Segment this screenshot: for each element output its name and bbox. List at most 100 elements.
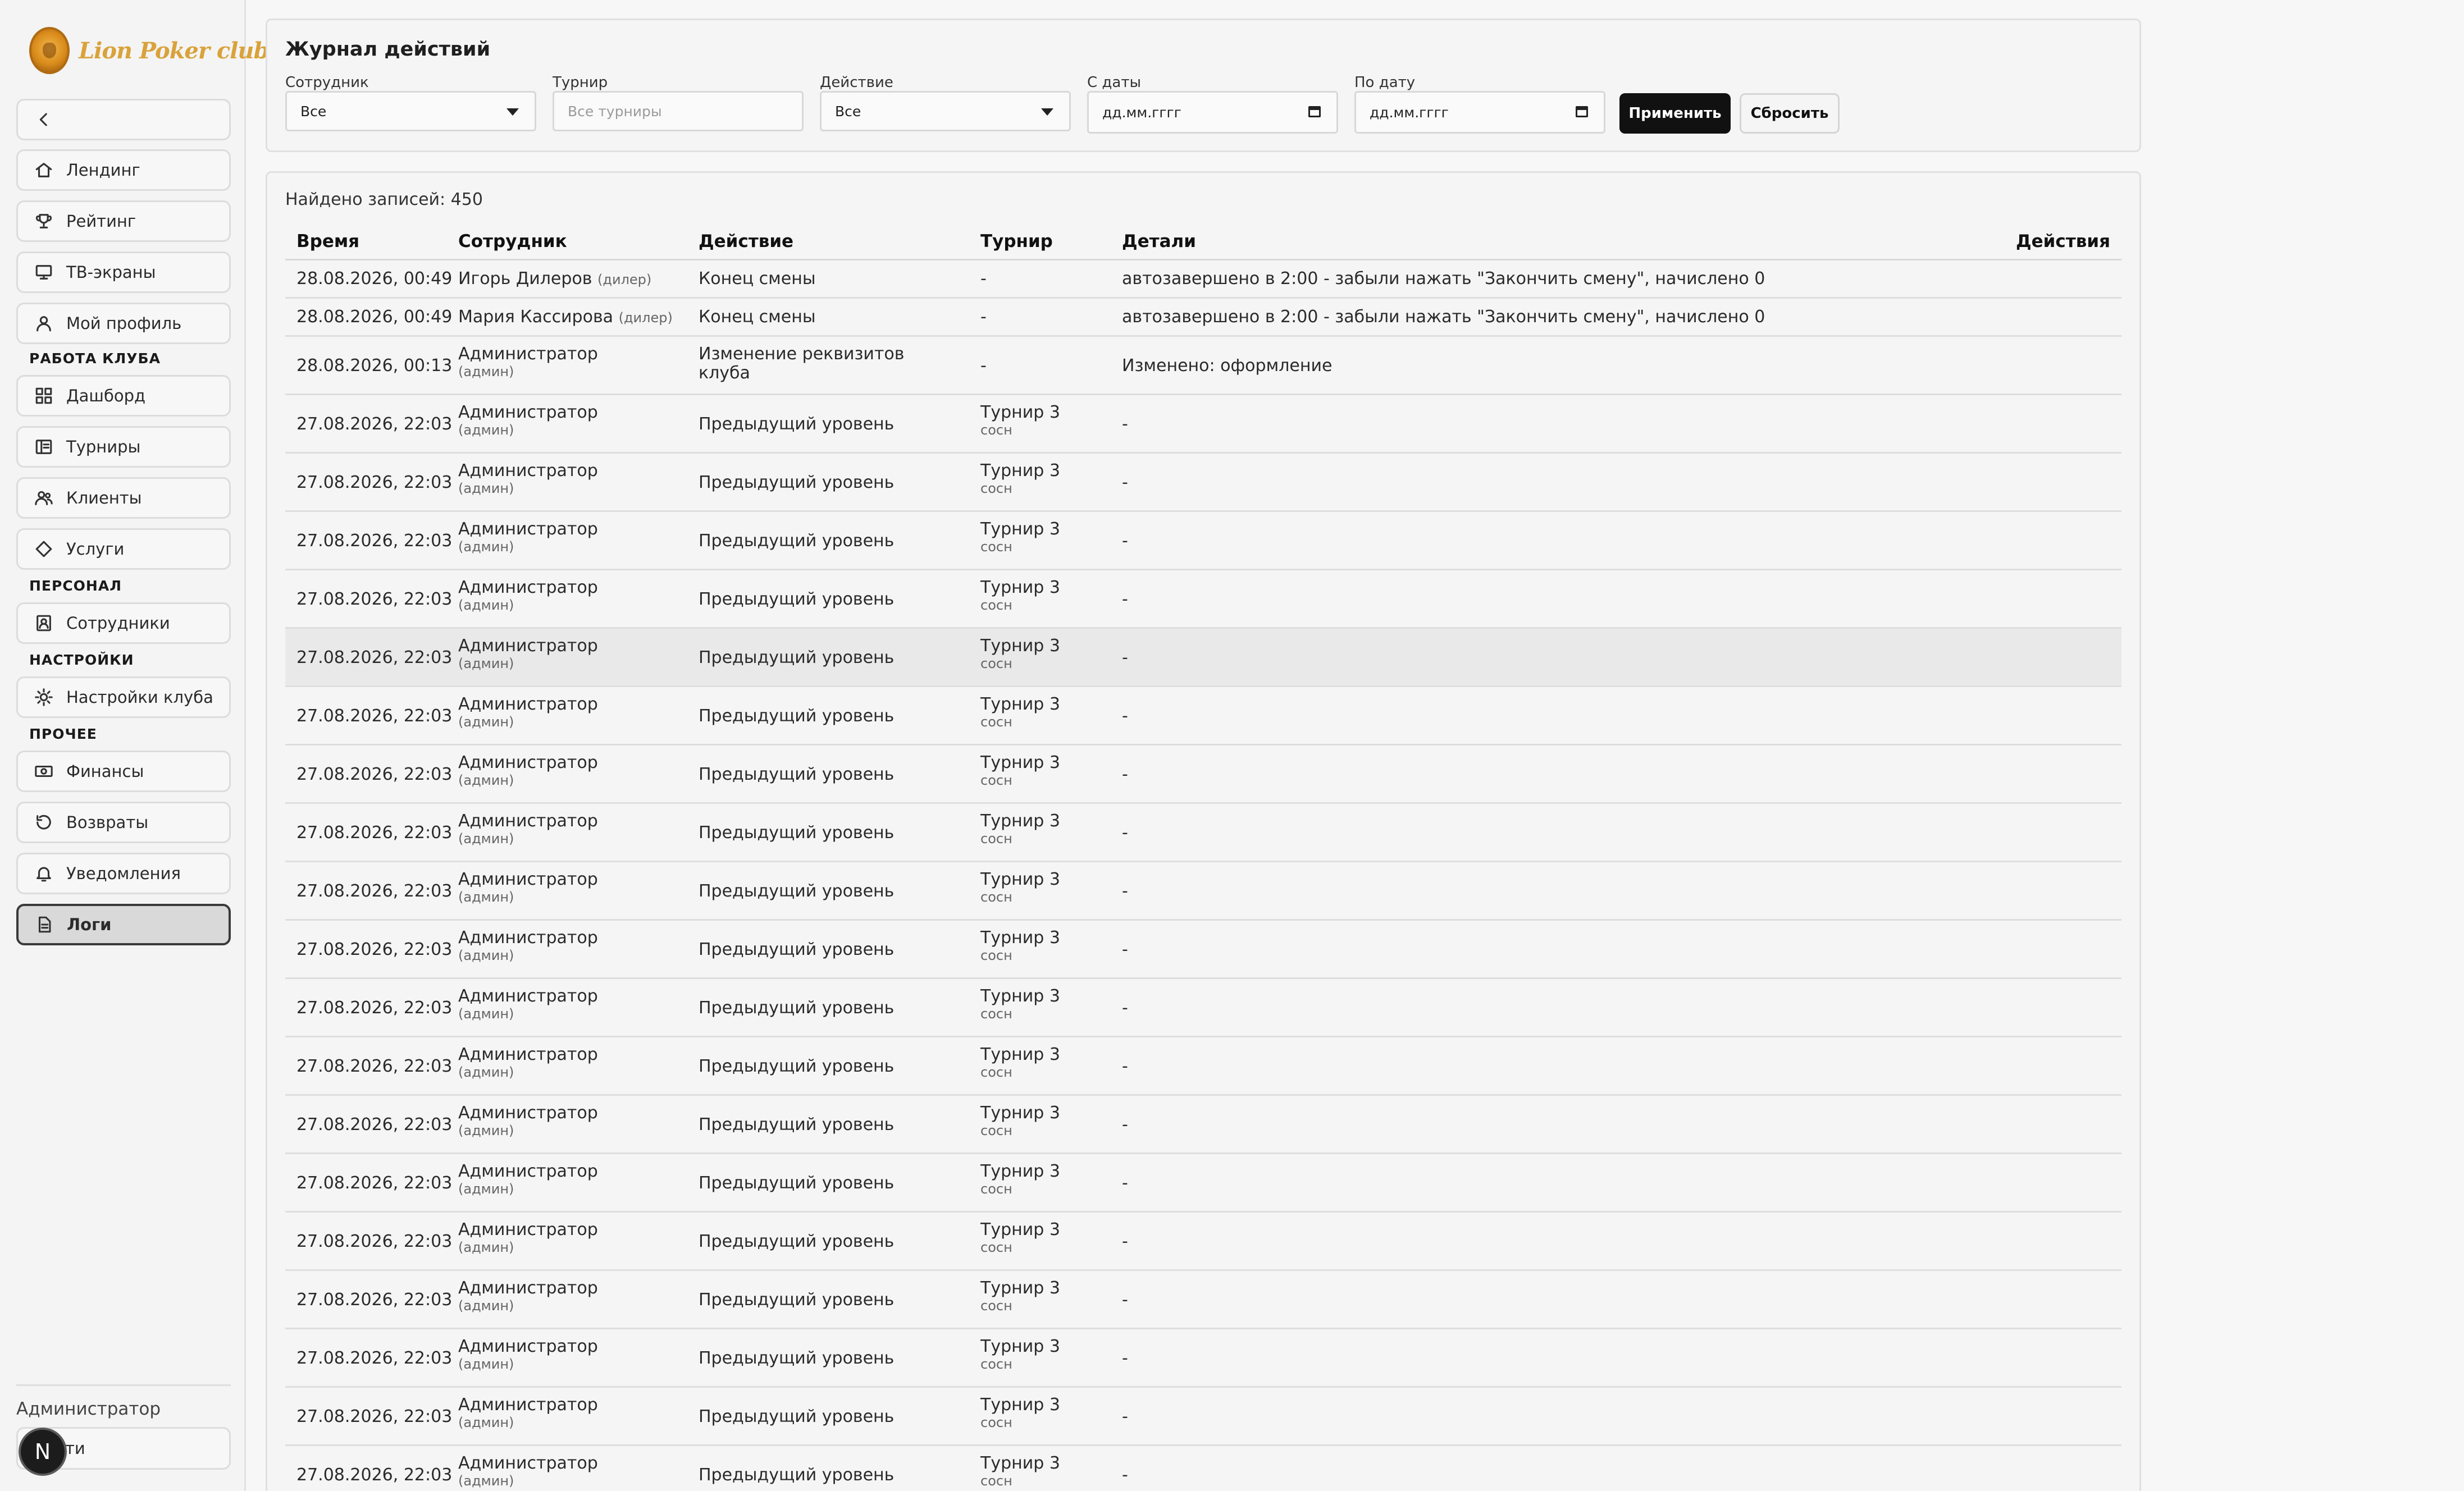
table-row[interactable]: 27.08.2026, 22:03 Администратор (админ) Пре… xyxy=(285,1037,2121,1096)
calendar-icon[interactable] xyxy=(1308,106,1321,117)
cell-time: 27.08.2026, 22:03 xyxy=(296,531,453,551)
employee-name: Мария Кассирова xyxy=(458,307,614,327)
sidebar-item-user[interactable]: Мой профиль xyxy=(16,303,231,344)
table-row[interactable]: 27.08.2026, 22:03 Администратор (админ) Пре… xyxy=(285,979,2121,1037)
cell-details: - xyxy=(1122,706,1128,726)
cell-time: 27.08.2026, 22:03 xyxy=(296,881,453,901)
table-row[interactable]: 27.08.2026, 22:03 Администратор (админ) Пре… xyxy=(285,1271,2121,1329)
cell-employee: Администратор (админ) xyxy=(458,1162,598,1197)
sidebar-item-home[interactable]: Лендинг xyxy=(16,149,231,191)
table-row[interactable]: 27.08.2026, 22:03 Администратор (админ) Пре… xyxy=(285,512,2121,570)
employee-role: (админ) xyxy=(458,1006,514,1022)
cell-tournament: Турнир 3 сосн xyxy=(980,403,1060,438)
tournament-name: Турнир 3 xyxy=(980,1103,1060,1123)
sidebar-item-badge[interactable]: Сотрудники xyxy=(16,602,231,644)
tournament-name: Турнир 3 xyxy=(980,578,1060,597)
employee-role: (админ) xyxy=(458,1356,514,1372)
col-time-header[interactable]: Время xyxy=(296,231,359,251)
employee-name: Администратор xyxy=(458,694,598,714)
tournament-sub: сосн xyxy=(980,1123,1012,1138)
employee-role: (админ) xyxy=(458,889,514,905)
apply-button[interactable]: Применить xyxy=(1619,93,1731,134)
cell-time: 27.08.2026, 22:03 xyxy=(296,589,453,609)
table-row[interactable]: 28.08.2026, 00:49 Игорь Дилеров (дилер) Ко… xyxy=(285,260,2121,299)
table-row[interactable]: 27.08.2026, 22:03 Администратор (админ) Пре… xyxy=(285,1388,2121,1446)
calendar-icon[interactable] xyxy=(1576,106,1588,117)
cell-action: Предыдущий уровень xyxy=(699,882,894,901)
n-badge[interactable]: N xyxy=(21,1430,65,1474)
filter-panel: Журнал действий Сотрудник Все Турнир Все… xyxy=(266,19,2141,152)
sidebar-item-users[interactable]: Клиенты xyxy=(16,477,231,519)
cell-details: - xyxy=(1122,1465,1128,1485)
chevron-left-icon xyxy=(34,109,54,130)
cell-employee: Администратор (админ) xyxy=(458,578,598,614)
table-row[interactable]: 27.08.2026, 22:03 Администратор (админ) Пре… xyxy=(285,1446,2121,1491)
cell-time: 27.08.2026, 22:03 xyxy=(296,1232,453,1251)
employee-role: (админ) xyxy=(458,422,514,438)
employee-name: Администратор xyxy=(458,519,598,539)
sidebar-item-refresh[interactable]: Возвраты xyxy=(16,802,231,843)
cell-time: 27.08.2026, 22:03 xyxy=(296,1115,453,1135)
employee-role: (админ) xyxy=(458,1415,514,1430)
date-from-input[interactable]: дд.мм.гггг xyxy=(1087,91,1338,134)
sidebar-item-tournament[interactable]: Турниры xyxy=(16,426,231,468)
tournament-sub: сосн xyxy=(980,889,1012,905)
col-details-header[interactable]: Детали xyxy=(1122,231,1196,251)
cell-action: Предыдущий уровень xyxy=(699,1232,894,1251)
table-row[interactable]: 27.08.2026, 22:03 Администратор (админ) Пре… xyxy=(285,1154,2121,1213)
table-row[interactable]: 27.08.2026, 22:03 Администратор (админ) Пре… xyxy=(285,454,2121,512)
table-row[interactable]: 27.08.2026, 22:03 Администратор (админ) Пре… xyxy=(285,1329,2121,1388)
cell-employee: Администратор (админ) xyxy=(458,1220,598,1256)
table-row[interactable]: 27.08.2026, 22:03 Администратор (админ) Пре… xyxy=(285,746,2121,804)
cell-tournament: Турнир 3 сосн xyxy=(980,812,1060,847)
cell-tournament: Турнир 3 сосн xyxy=(980,1396,1060,1431)
table-row[interactable]: 27.08.2026, 22:03 Администратор (админ) Пре… xyxy=(285,687,2121,746)
cell-details: - xyxy=(1122,998,1128,1018)
sidebar-item-label: Настройки клуба xyxy=(66,688,213,707)
table-row[interactable]: 27.08.2026, 22:03 Администратор (админ) Пре… xyxy=(285,921,2121,979)
table-row[interactable]: 27.08.2026, 22:03 Администратор (админ) Пре… xyxy=(285,804,2121,862)
tournament-filter-label: Турнир xyxy=(553,74,608,91)
chevron-down-icon xyxy=(1041,108,1053,116)
sidebar-item-monitor[interactable]: ТВ-экраны xyxy=(16,251,231,293)
sidebar-item-bell[interactable]: Уведомления xyxy=(16,853,231,894)
table-row[interactable]: 28.08.2026, 00:49 Мария Кассирова (дилер)… xyxy=(285,299,2121,337)
employee-role: (админ) xyxy=(458,656,514,671)
sidebar-item-money[interactable]: Финансы xyxy=(16,751,231,792)
cell-time: 27.08.2026, 22:03 xyxy=(296,940,453,959)
col-employee-header[interactable]: Сотрудник xyxy=(458,231,567,251)
back-button[interactable] xyxy=(16,99,231,140)
current-user-role: Администратор xyxy=(16,1399,161,1419)
cell-tournament: - xyxy=(980,356,987,376)
page-title: Журнал действий xyxy=(285,38,491,61)
tournament-input[interactable]: Все турниры xyxy=(553,91,804,131)
table-row[interactable]: 27.08.2026, 22:03 Администратор (админ) Пре… xyxy=(285,862,2121,921)
cell-details: автозавершено в 2:00 - забыли нажать "За… xyxy=(1122,307,1765,327)
logout-label: ти xyxy=(65,1439,85,1458)
date-to-input[interactable]: дд.мм.гггг xyxy=(1354,91,1605,134)
col-tournament-header[interactable]: Турнир xyxy=(980,231,1053,251)
cell-time: 27.08.2026, 22:03 xyxy=(296,473,453,492)
table-row[interactable]: 27.08.2026, 22:03 Администратор (админ) Пре… xyxy=(285,1213,2121,1271)
table-row[interactable]: 27.08.2026, 22:03 Администратор (админ) Пре… xyxy=(285,570,2121,629)
employee-select[interactable]: Все xyxy=(285,91,536,131)
sidebar-item-sun-gear[interactable]: Настройки клуба xyxy=(16,676,231,718)
employee-name: Администратор xyxy=(458,1453,598,1473)
cell-employee: Администратор (админ) xyxy=(458,1104,598,1139)
sidebar-item-document[interactable]: Логи xyxy=(16,904,231,945)
table-row[interactable]: 27.08.2026, 22:03 Администратор (админ) Пре… xyxy=(285,629,2121,687)
table-row[interactable]: 27.08.2026, 22:03 Администратор (админ) Пре… xyxy=(285,395,2121,454)
reset-button[interactable]: Сбросить xyxy=(1740,93,1840,134)
table-row[interactable]: 28.08.2026, 00:13 Администратор (админ) Изм… xyxy=(285,337,2121,395)
action-select[interactable]: Все xyxy=(820,91,1071,131)
sidebar-item-grid[interactable]: Дашборд xyxy=(16,375,231,417)
sidebar-item-trophy[interactable]: Рейтинг xyxy=(16,200,231,242)
tournament-name: Турнир 3 xyxy=(980,870,1060,889)
home-icon xyxy=(34,160,54,180)
cell-employee: Администратор (админ) xyxy=(458,637,598,672)
logo[interactable]: Lion Poker club xyxy=(29,27,269,74)
employee-role: (админ) xyxy=(458,1123,514,1138)
col-action-header[interactable]: Действие xyxy=(699,231,793,251)
sidebar-item-diamond[interactable]: Услуги xyxy=(16,528,231,570)
table-row[interactable]: 27.08.2026, 22:03 Администратор (админ) Пре… xyxy=(285,1096,2121,1154)
